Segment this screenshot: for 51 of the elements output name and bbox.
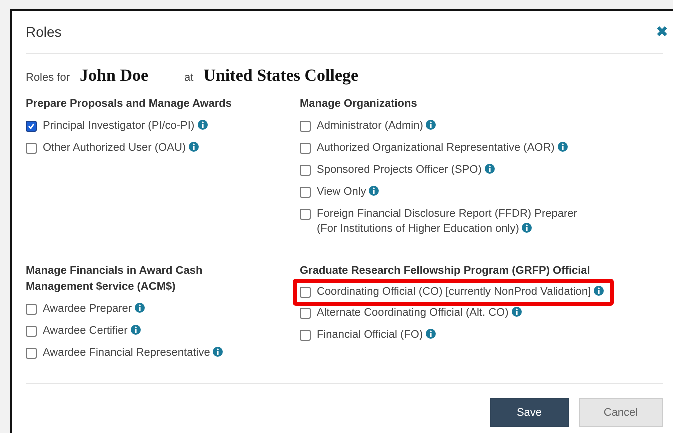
roles-for-label: Roles for <box>26 72 70 84</box>
role-label: Principal Investigator (PI/co-PI) <box>43 119 208 134</box>
role-label: Authorized Organizational Representative (AOR) <box>317 141 568 156</box>
info-icon[interactable] <box>135 303 146 313</box>
role-checkbox[interactable] <box>26 121 37 132</box>
role-checkbox[interactable] <box>300 308 311 319</box>
role-checkbox[interactable] <box>300 143 311 154</box>
role-label: Administrator (Admin) <box>317 119 436 134</box>
person-name: John Doe <box>80 66 149 86</box>
at-label: at <box>184 72 194 84</box>
group-heading: Graduate Research Fellowship Program (GRFP) Official <box>300 264 592 279</box>
info-icon[interactable] <box>213 347 224 357</box>
close-button[interactable]: ✖ <box>656 23 669 41</box>
role-checkbox[interactable] <box>26 326 37 337</box>
role-checkbox[interactable] <box>26 348 37 359</box>
info-icon[interactable] <box>189 142 200 152</box>
group-heading: Manage Organizations <box>300 97 418 112</box>
role-label: Foreign Financial Disclosure Report (FFDR) Preparer (For Institutions of Higher Education only) <box>317 207 578 237</box>
role-checkbox[interactable] <box>26 143 37 154</box>
save-button[interactable]: Save <box>490 398 569 427</box>
role-label: Awardee Financial Representative <box>43 346 224 361</box>
role-label: Financial Official (FO) <box>317 328 436 343</box>
role-checkbox[interactable] <box>26 304 37 315</box>
role-label: Other Authorized User (OAU) <box>43 141 200 156</box>
info-icon[interactable] <box>594 286 604 296</box>
role-checkbox[interactable] <box>300 121 311 132</box>
role-label: View Only <box>317 185 380 200</box>
group-heading: Prepare Proposals and Manage Awards <box>26 97 234 112</box>
group-heading: Manage Financials in Award Cash Management $ervice (ACM$) <box>26 264 204 295</box>
info-icon[interactable] <box>512 307 522 317</box>
role-checkbox[interactable] <box>300 187 311 198</box>
role-label: Awardee Certifier <box>43 324 141 339</box>
role-label: Awardee Preparer <box>43 302 146 317</box>
role-label: Alternate Coordinating Official (Alt. CO) <box>317 306 522 321</box>
info-icon[interactable] <box>198 120 208 130</box>
info-icon[interactable] <box>426 120 436 130</box>
role-label: Sponsored Projects Officer (SPO) <box>317 163 495 178</box>
info-icon[interactable] <box>484 164 495 174</box>
info-icon[interactable] <box>522 223 532 233</box>
role-checkbox[interactable] <box>300 209 311 220</box>
role-checkbox[interactable] <box>300 287 311 298</box>
info-icon[interactable] <box>426 329 436 339</box>
institution-name: United States College <box>204 66 359 86</box>
dialog-title: Roles <box>26 24 62 40</box>
info-icon[interactable] <box>558 142 568 152</box>
cancel-button[interactable]: Cancel <box>579 398 663 427</box>
role-checkbox[interactable] <box>300 330 311 341</box>
role-label: Coordinating Official (CO) [currently NonProd Validation] <box>317 285 604 300</box>
role-checkbox[interactable] <box>300 165 311 176</box>
info-icon[interactable] <box>369 186 380 196</box>
info-icon[interactable] <box>130 325 141 335</box>
